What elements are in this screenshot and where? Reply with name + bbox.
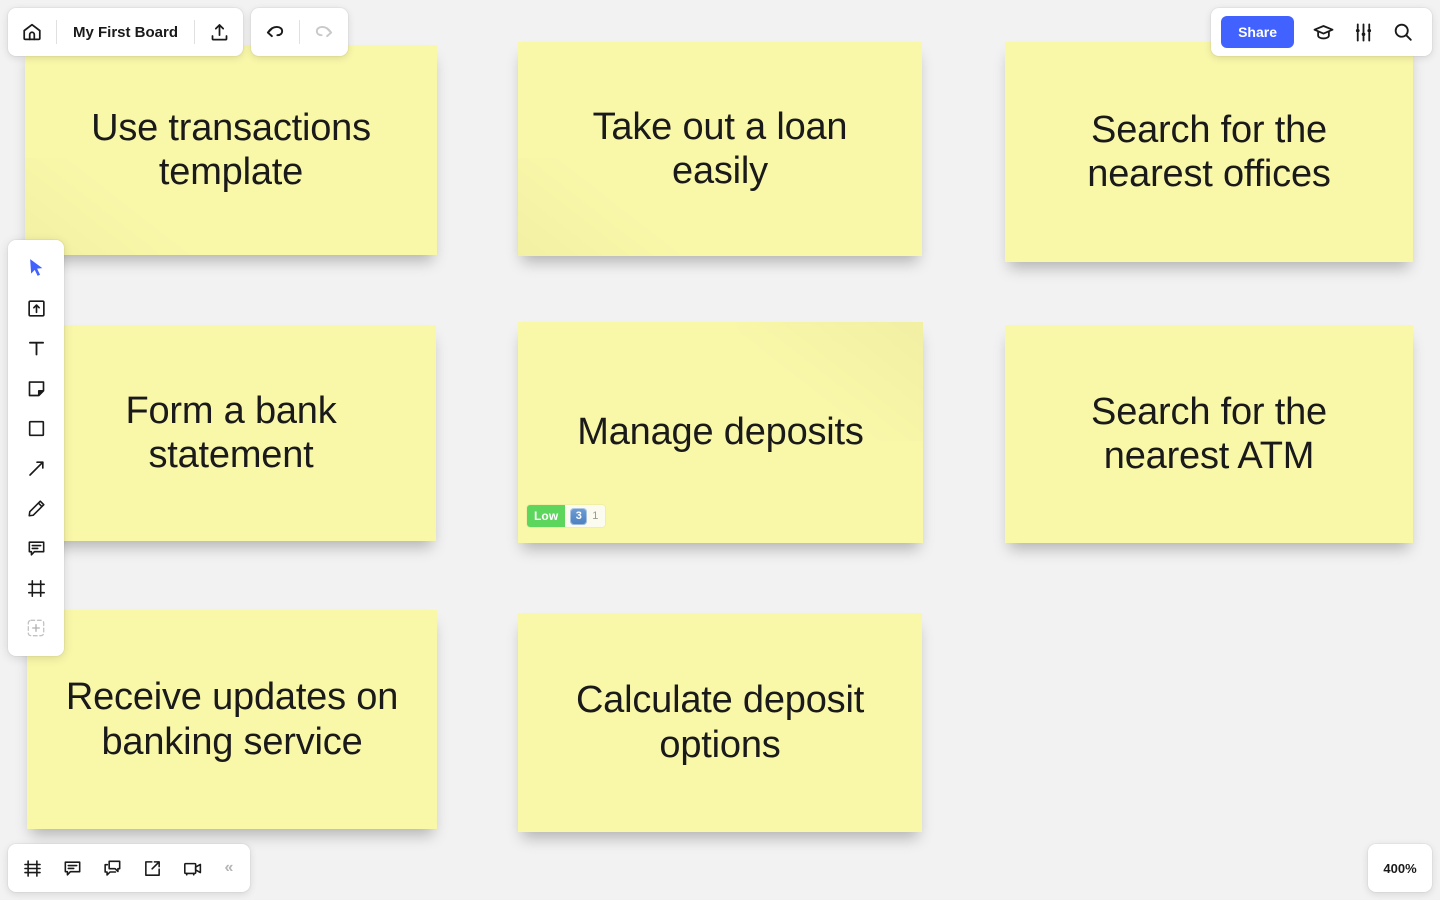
sticky-note-text: Search for the nearest offices xyxy=(1087,108,1331,195)
home-button[interactable] xyxy=(8,8,56,56)
bottom-left-toolbar: « xyxy=(8,844,250,892)
sticky-note-text: Form a bank statement xyxy=(125,389,337,476)
export-button[interactable] xyxy=(132,844,172,892)
sticky-note-text: Calculate deposit options xyxy=(575,679,865,766)
sticky-note[interactable]: Form a bank statement xyxy=(26,325,436,541)
frame-icon xyxy=(26,578,47,599)
vote-count: 1 xyxy=(592,510,599,522)
select-cursor-tool[interactable] xyxy=(16,248,56,288)
video-call-button[interactable] xyxy=(172,844,212,892)
search-button[interactable] xyxy=(1384,8,1422,56)
redo-icon xyxy=(313,21,335,43)
sticky-note-text: Search for the nearest ATM xyxy=(1091,390,1327,477)
chat-button[interactable] xyxy=(92,844,132,892)
upload-button[interactable] xyxy=(195,8,243,56)
sticky-note[interactable]: Take out a loan easily xyxy=(518,42,922,256)
sticky-note-text: Receive updates on banking service xyxy=(65,676,399,763)
upload-icon xyxy=(209,22,230,43)
text-tool[interactable] xyxy=(16,328,56,368)
shape-tool[interactable] xyxy=(16,408,56,448)
top-left-toolbar: My First Board xyxy=(8,8,349,56)
collapse-toolbar-button[interactable]: « xyxy=(212,844,246,892)
chat-bubbles-icon xyxy=(102,858,123,879)
upload-box-icon xyxy=(26,298,47,319)
top-right-toolbar: Share xyxy=(1211,8,1432,56)
comments-button[interactable] xyxy=(52,844,92,892)
text-t-icon xyxy=(26,338,47,359)
sticky-note-tool[interactable] xyxy=(16,368,56,408)
vote-badge[interactable]: 3 xyxy=(570,507,588,525)
history-controls-group xyxy=(251,8,349,56)
plus-dashed-square-icon xyxy=(25,617,47,639)
graduation-cap-icon xyxy=(1312,21,1335,44)
sticky-note[interactable]: Use transactions template xyxy=(25,45,437,255)
sticky-note-text: Take out a loan easily xyxy=(592,105,848,192)
home-icon xyxy=(21,21,43,43)
settings-sliders-button[interactable] xyxy=(1344,8,1382,56)
comment-lines-icon xyxy=(62,858,83,879)
undo-button[interactable] xyxy=(251,8,299,56)
board-canvas[interactable]: Use transactions template Take out a loan… xyxy=(0,0,1440,900)
sticky-note-text: Manage deposits xyxy=(577,411,864,454)
zoom-level-indicator[interactable]: 400% xyxy=(1368,844,1432,892)
comment-tool[interactable] xyxy=(16,528,56,568)
sliders-icon xyxy=(1352,21,1375,44)
sticky-note-text: Use transactions template xyxy=(91,106,371,193)
frames-icon xyxy=(22,858,43,879)
pen-tool[interactable] xyxy=(16,488,56,528)
more-apps-tool[interactable] xyxy=(16,608,56,648)
share-button[interactable]: Share xyxy=(1221,16,1294,48)
video-camera-icon xyxy=(182,858,203,879)
sticky-note[interactable]: Calculate deposit options xyxy=(518,613,922,832)
arrow-tool[interactable] xyxy=(16,448,56,488)
pen-icon xyxy=(26,498,47,519)
sticky-note[interactable]: Receive updates on banking service xyxy=(27,610,437,829)
upload-tool[interactable] xyxy=(16,288,56,328)
board-title[interactable]: My First Board xyxy=(57,24,194,41)
sticky-note-tag-strip[interactable]: Low 3 1 xyxy=(527,505,606,527)
undo-icon xyxy=(264,21,286,43)
redo-button[interactable] xyxy=(300,8,348,56)
arrow-diagonal-icon xyxy=(26,458,47,479)
comment-bubble-icon xyxy=(26,538,47,559)
board-controls-group: My First Board xyxy=(8,8,244,56)
tag-count-group[interactable]: 31 xyxy=(565,505,606,527)
sticky-note-icon xyxy=(26,378,47,399)
learning-center-button[interactable] xyxy=(1304,8,1342,56)
frame-tool[interactable] xyxy=(16,568,56,608)
square-shape-icon xyxy=(26,418,47,439)
sticky-note[interactable]: Search for the nearest offices xyxy=(1005,42,1413,262)
sticky-note[interactable]: Search for the nearest ATM xyxy=(1005,325,1413,543)
cursor-arrow-icon xyxy=(25,257,47,279)
sticky-note[interactable]: Manage deposits Low 3 1 xyxy=(518,322,923,543)
external-link-icon xyxy=(142,858,163,879)
search-icon xyxy=(1392,21,1414,43)
frames-panel-button[interactable] xyxy=(12,844,52,892)
left-tools-toolbar xyxy=(8,240,64,656)
tag-pill[interactable]: Low xyxy=(527,505,566,527)
